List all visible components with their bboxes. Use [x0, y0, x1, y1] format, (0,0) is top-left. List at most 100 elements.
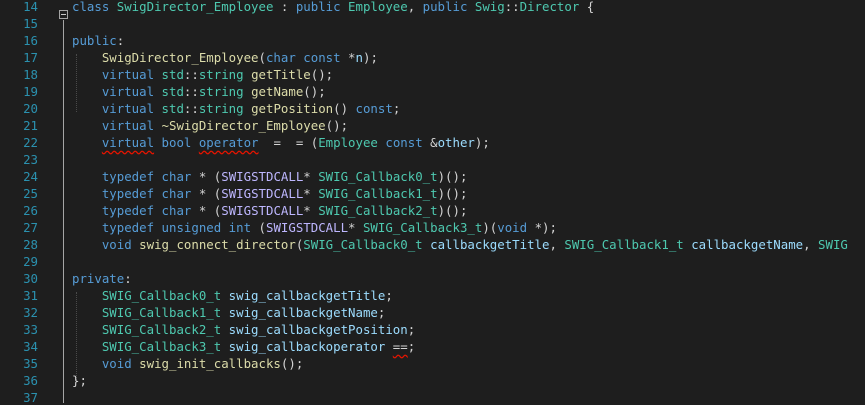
code-text-area[interactable]: class SwigDirector_Employee : public Emp… — [72, 0, 865, 405]
code-token: , — [407, 0, 423, 14]
code-token: virtual — [101, 118, 162, 133]
line-number: 15 — [23, 16, 38, 31]
code-token: SwigDirector_Employee — [116, 0, 274, 14]
code-token: ; — [392, 101, 401, 116]
line-number: 26 — [23, 203, 38, 218]
code-token: public — [422, 0, 475, 14]
code-line[interactable]: SWIG_Callback2_t swig_callbackgetPositio… — [72, 321, 415, 338]
line-number: 22 — [23, 135, 38, 150]
code-line[interactable]: typedef char * (SWIGSTDCALL* SWIG_Callba… — [72, 185, 468, 202]
line-number: 32 — [23, 305, 38, 320]
code-line[interactable]: virtual ~SwigDirector_Employee(); — [72, 117, 348, 134]
code-token: ( — [258, 50, 266, 65]
code-line[interactable]: typedef char * (SWIGSTDCALL* SWIG_Callba… — [72, 168, 468, 185]
code-line[interactable]: virtual std::string getName(); — [72, 83, 326, 100]
code-line[interactable]: typedef char * (SWIGSTDCALL* SWIG_Callba… — [72, 202, 468, 219]
code-token: swig_connect_director — [139, 237, 296, 252]
code-token: : — [116, 33, 125, 48]
code-token: typedef — [101, 186, 162, 201]
code-token: public — [295, 0, 349, 14]
line-number-gutter: 14 15 16 17 18 19 20 21 22 23 24 25 26 27 28 29 30 31 32 33… — [0, 0, 40, 405]
code-line[interactable]: virtual std::string getTitle(); — [72, 66, 333, 83]
code-token: string — [198, 84, 252, 99]
code-token: int — [228, 220, 259, 235]
code-token: Swig — [474, 0, 505, 14]
code-line[interactable]: SwigDirector_Employee(char const *n); — [72, 49, 378, 66]
code-token: SWIG — [818, 237, 848, 252]
code-token: SWIGSTDCALL — [221, 169, 304, 184]
code-token: , — [803, 237, 819, 252]
code-token: ; — [407, 339, 416, 354]
code-token: SWIG_Callback1_t — [564, 237, 692, 252]
code-line[interactable]: void swig_connect_director(SWIG_Callback… — [72, 236, 848, 253]
code-token: public — [72, 33, 117, 48]
code-token: () — [333, 101, 356, 116]
code-line[interactable]: SWIG_Callback0_t swig_callbackgetTitle; — [72, 287, 393, 304]
line-number: 17 — [23, 50, 38, 65]
error-squiggle-token: == — [392, 339, 408, 354]
code-token: virtual — [101, 101, 162, 116]
code-token: char — [265, 50, 304, 65]
code-token: )(); — [437, 186, 468, 201]
code-token: ; — [385, 288, 393, 303]
code-line[interactable]: public: — [72, 32, 124, 49]
code-token: :: — [183, 101, 199, 116]
code-line[interactable]: private: — [72, 270, 132, 287]
code-line[interactable]: }; — [72, 372, 87, 389]
line-number: 14 — [23, 0, 38, 14]
line-number: 25 — [23, 186, 38, 201]
code-token: * — [303, 186, 319, 201]
code-token: const — [385, 135, 431, 150]
code-token: char — [161, 203, 199, 218]
line-number: 37 — [23, 390, 38, 405]
code-line[interactable]: void swig_init_callbacks(); — [72, 355, 303, 372]
code-token: (); — [310, 67, 334, 82]
code-token: typedef — [101, 220, 162, 235]
code-token: * ( — [198, 169, 222, 184]
line-number: 33 — [23, 322, 38, 337]
code-token: }; — [72, 373, 87, 388]
code-line[interactable]: SWIG_Callback1_t swig_callbackgetName; — [72, 304, 386, 321]
code-token: string — [198, 101, 252, 116]
code-token: SWIG_Callback0_t — [318, 169, 438, 184]
code-token: SWIG_Callback0_t — [101, 288, 229, 303]
code-token: const — [355, 101, 393, 116]
code-token: SWIG_Callback1_t — [101, 305, 229, 320]
code-line[interactable]: virtual std::string getPosition() const; — [72, 100, 400, 117]
code-token: Employee — [318, 135, 386, 150]
code-token: char — [161, 186, 199, 201]
code-token: SWIGSTDCALL — [221, 186, 304, 201]
code-line[interactable]: virtual bool operator = = (Employee cons… — [72, 134, 490, 151]
code-token: (); — [325, 118, 349, 133]
code-token: :: — [183, 67, 199, 82]
code-token: void — [101, 237, 140, 252]
code-token: swig_init_callbacks — [139, 356, 281, 371]
code-token: : — [273, 0, 296, 14]
code-token: swig_callbackoperator — [228, 339, 393, 354]
code-token: (); — [280, 356, 304, 371]
code-token: SwigDirector_Employee — [101, 50, 259, 65]
code-token: const — [303, 50, 349, 65]
code-editor[interactable]: 14 15 16 17 18 19 20 21 22 23 24 25 26 27 28 29 30 31 32 33… — [0, 0, 865, 405]
code-token: callbackgetTitle — [430, 237, 550, 252]
code-line[interactable]: typedef unsigned int (SWIGSTDCALL* SWIG_… — [72, 219, 557, 236]
code-token: swig_callbackgetName — [228, 305, 378, 320]
code-token: ( — [258, 220, 266, 235]
fold-region-line — [63, 20, 64, 403]
code-token: getName — [251, 84, 304, 99]
error-squiggle-token: virtual — [101, 135, 155, 150]
collapse-region-icon[interactable] — [59, 10, 68, 19]
code-token: SWIG_Callback2_t — [318, 203, 438, 218]
code-line[interactable]: SWIG_Callback3_t swig_callbackoperator =… — [72, 338, 415, 355]
code-token: virtual — [101, 84, 162, 99]
code-token: SWIGSTDCALL — [221, 203, 304, 218]
code-token: getPosition — [251, 101, 334, 116]
line-number: 24 — [23, 169, 38, 184]
code-line[interactable]: class SwigDirector_Employee : public Emp… — [72, 0, 594, 15]
